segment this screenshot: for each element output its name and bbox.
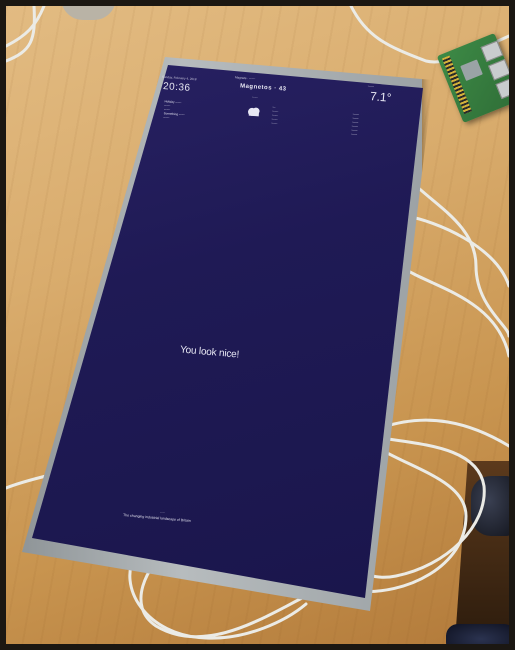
cable-top-left xyxy=(6,6,46,48)
weather-location: —— xyxy=(367,83,375,89)
news-row: —— xyxy=(271,120,278,126)
cpu-chip xyxy=(460,59,483,82)
weather-temperature: 7.1° xyxy=(369,89,393,105)
news-subheadline: —— xyxy=(251,94,259,100)
cable-left xyxy=(6,474,48,490)
usb-port xyxy=(488,58,509,81)
forecast-row: —— xyxy=(350,131,358,137)
ethernet-port xyxy=(495,77,509,100)
cable-right-1 xyxy=(409,179,509,338)
clock-time: 20:36 xyxy=(162,81,191,94)
calendar-list: Holiday —— —— —— Something —— —— xyxy=(163,99,186,120)
cable-top-left-2 xyxy=(6,6,36,63)
weather-cloud-icon xyxy=(248,107,260,117)
footer-label: —— xyxy=(159,510,166,515)
cable-right-2 xyxy=(404,214,509,288)
